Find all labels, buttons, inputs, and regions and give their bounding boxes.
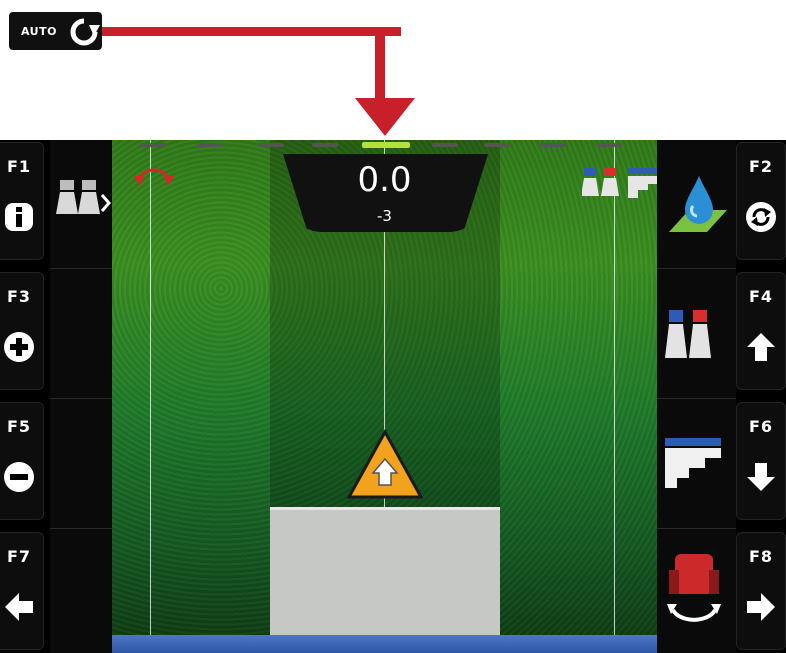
left-status-panel: [50, 140, 112, 653]
f4-label: F4: [748, 287, 774, 306]
annotation-arrow-head: [355, 98, 415, 136]
stair-profile-small-icon: [628, 168, 657, 198]
tractor-zone: [270, 507, 500, 635]
field-view: 0.0 -3: [112, 140, 657, 635]
stair-profile-icon: [665, 438, 721, 488]
section-segment: [540, 143, 566, 147]
nozzle-icon: [56, 180, 100, 214]
f7-key[interactable]: F7: [0, 532, 44, 650]
f3-key[interactable]: F3: [0, 272, 44, 390]
machine-rotate-icon: [667, 554, 721, 622]
rotate-arrows-icon: [134, 168, 174, 186]
section-segment: [196, 143, 222, 147]
nozzle-pair-icon: [582, 168, 619, 196]
refresh-circle-icon: [737, 199, 785, 239]
f3-label: F3: [6, 287, 32, 306]
f5-label: F5: [6, 417, 32, 436]
f1-key[interactable]: F1: [0, 142, 44, 260]
f8-key[interactable]: F8: [736, 532, 786, 650]
readout-sub-value: -3: [377, 207, 392, 225]
arrow-left-icon: [0, 589, 43, 629]
auto-button[interactable]: AUTO: [9, 12, 102, 50]
f1-label: F1: [6, 157, 32, 176]
right-status-panel: [657, 140, 736, 653]
readout-value: 0.0: [357, 160, 412, 200]
refresh-circle-icon: [70, 18, 100, 46]
f6-label: F6: [748, 417, 774, 436]
auto-label: AUTO: [21, 24, 57, 38]
f6-key[interactable]: F6: [736, 402, 786, 520]
section-segment: [484, 143, 510, 147]
sprayer-display: 0.0 -3 F1 F3 F5 F7 F2 F4 F6 F8: [0, 140, 786, 653]
arrow-up-icon: [737, 329, 785, 369]
annotation-arrow-horizontal: [102, 27, 401, 36]
section-segment: [432, 143, 458, 147]
section-segment: [312, 143, 338, 147]
f2-key[interactable]: F2: [736, 142, 786, 260]
f5-key[interactable]: F5: [0, 402, 44, 520]
section-segment: [258, 143, 284, 147]
f2-label: F2: [748, 157, 774, 176]
minus-circle-icon: [0, 459, 43, 499]
f7-label: F7: [6, 547, 32, 566]
active-section-segment: [362, 142, 410, 148]
f8-label: F8: [748, 547, 774, 566]
section-segment: [140, 143, 166, 147]
water-drop-icon: [669, 176, 727, 232]
chevron-right-icon[interactable]: [100, 192, 112, 214]
info-icon: [0, 199, 43, 239]
blue-red-nozzle-icon: [665, 310, 711, 358]
arrow-down-icon: [737, 459, 785, 499]
triangle-up-arrow-icon: [346, 429, 424, 499]
annotation-arrow-vertical: [375, 27, 385, 100]
f4-key[interactable]: F4: [736, 272, 786, 390]
section-segment: [596, 143, 622, 147]
status-bar: [112, 635, 657, 653]
plus-circle-icon: [0, 329, 43, 369]
arrow-right-icon: [737, 589, 785, 629]
